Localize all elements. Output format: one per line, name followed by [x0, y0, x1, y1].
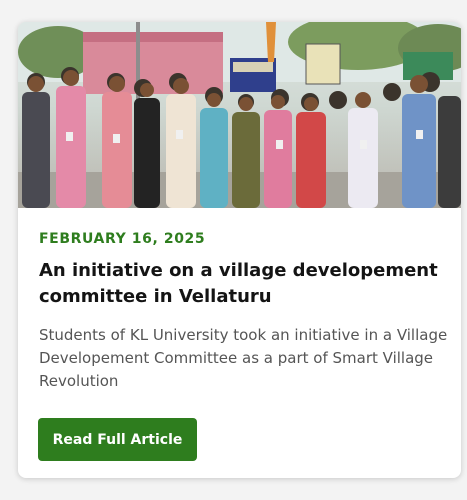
- article-card: FEBRUARY 16, 2025 An initiative on a vil…: [18, 22, 461, 478]
- photo-illustration: [18, 22, 461, 208]
- read-full-article-button[interactable]: Read Full Article: [38, 418, 197, 461]
- article-title[interactable]: An initiative on a village developement …: [39, 258, 449, 310]
- article-date: FEBRUARY 16, 2025: [39, 231, 206, 247]
- article-excerpt: Students of KL University took an initia…: [39, 326, 448, 390]
- article-image[interactable]: [18, 22, 461, 208]
